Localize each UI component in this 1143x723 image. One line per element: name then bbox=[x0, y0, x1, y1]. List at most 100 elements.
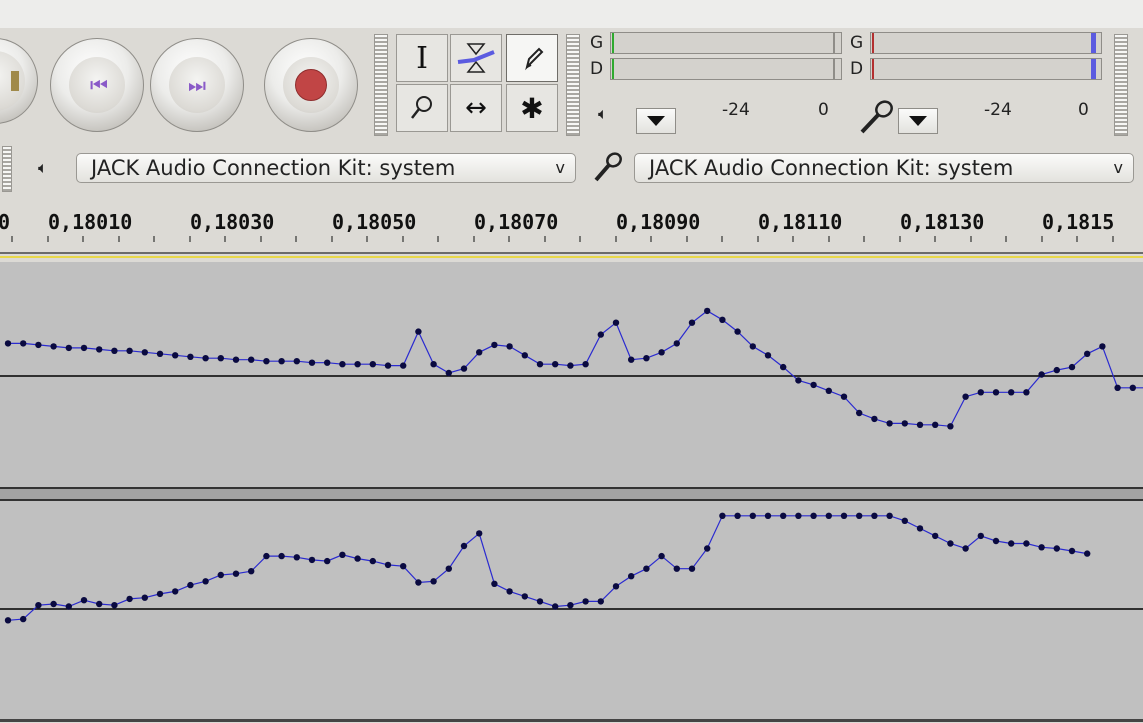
sample-point[interactable] bbox=[749, 343, 756, 350]
sample-point[interactable] bbox=[369, 361, 376, 368]
zoom-tool-button[interactable] bbox=[396, 84, 448, 132]
sample-point[interactable] bbox=[628, 356, 635, 363]
sample-point[interactable] bbox=[339, 361, 346, 368]
sample-point[interactable] bbox=[734, 328, 741, 335]
sample-point[interactable] bbox=[96, 600, 103, 608]
sample-point[interactable] bbox=[460, 542, 468, 550]
sample-point[interactable] bbox=[521, 352, 528, 359]
sample-point[interactable] bbox=[445, 565, 452, 572]
waveform-left[interactable] bbox=[0, 262, 1143, 487]
sample-point[interactable] bbox=[992, 389, 1000, 396]
sample-point[interactable] bbox=[932, 532, 939, 540]
sample-point[interactable] bbox=[825, 512, 832, 519]
sample-point[interactable] bbox=[476, 530, 483, 537]
timeline-ruler[interactable]: 0 0,18010 0,18030 0,18050 0,18070 0,1809… bbox=[0, 200, 1143, 252]
sample-point[interactable] bbox=[491, 341, 498, 349]
sample-point[interactable] bbox=[187, 353, 194, 360]
sample-point[interactable] bbox=[400, 563, 407, 570]
draw-tool-button[interactable] bbox=[506, 34, 558, 82]
sample-point[interactable] bbox=[628, 573, 635, 580]
sample-point[interactable] bbox=[856, 409, 863, 417]
sample-point[interactable] bbox=[354, 361, 361, 368]
sample-point[interactable] bbox=[704, 307, 711, 315]
sample-point[interactable] bbox=[354, 555, 361, 562]
sample-point[interactable] bbox=[1038, 544, 1045, 551]
sample-point[interactable] bbox=[415, 328, 422, 335]
sample-point[interactable] bbox=[217, 571, 224, 579]
skip-to-end-button[interactable]: ⏭ bbox=[150, 38, 244, 132]
sample-point[interactable] bbox=[643, 355, 650, 362]
sample-point[interactable] bbox=[810, 381, 817, 389]
sample-point[interactable] bbox=[263, 552, 270, 560]
sample-point[interactable] bbox=[384, 362, 392, 369]
time-shift-tool-button[interactable]: ↔ bbox=[450, 84, 502, 132]
sample-point[interactable] bbox=[415, 579, 422, 586]
sample-point[interactable] bbox=[886, 512, 893, 519]
sample-point[interactable] bbox=[749, 512, 756, 519]
sample-point[interactable] bbox=[1053, 366, 1061, 374]
sample-point[interactable] bbox=[50, 600, 57, 608]
sample-point[interactable] bbox=[916, 525, 924, 532]
waveform-track-left-channel[interactable] bbox=[0, 262, 1143, 487]
sample-point[interactable] bbox=[1084, 350, 1091, 357]
device-toolbar-grip[interactable] bbox=[2, 146, 12, 192]
sample-point[interactable] bbox=[962, 393, 969, 400]
sample-point[interactable] bbox=[35, 341, 42, 349]
sample-point[interactable] bbox=[795, 512, 802, 519]
sample-point[interactable] bbox=[20, 615, 27, 623]
sample-point[interactable] bbox=[1023, 540, 1030, 547]
sample-point[interactable] bbox=[673, 340, 680, 347]
sample-point[interactable] bbox=[1008, 389, 1015, 396]
sample-point[interactable] bbox=[400, 362, 407, 369]
sample-point[interactable] bbox=[4, 617, 12, 624]
sample-point[interactable] bbox=[65, 603, 73, 610]
sample-point[interactable] bbox=[719, 512, 726, 519]
sample-point[interactable] bbox=[871, 512, 878, 519]
skip-to-start-button[interactable]: ⏮ bbox=[50, 38, 144, 132]
sample-point[interactable] bbox=[96, 346, 103, 353]
sample-point[interactable] bbox=[612, 319, 620, 326]
record-button[interactable] bbox=[264, 38, 358, 132]
sample-point[interactable] bbox=[65, 344, 73, 352]
sample-point[interactable] bbox=[445, 369, 452, 377]
sample-point[interactable] bbox=[932, 421, 939, 428]
sample-point[interactable] bbox=[308, 556, 316, 564]
envelope-tool-button[interactable] bbox=[450, 34, 502, 82]
sample-point[interactable] bbox=[886, 420, 893, 427]
sample-point[interactable] bbox=[460, 365, 468, 372]
sample-point[interactable] bbox=[840, 512, 848, 519]
sample-point[interactable] bbox=[111, 602, 118, 609]
sample-point[interactable] bbox=[901, 420, 908, 427]
sample-point[interactable] bbox=[764, 352, 772, 359]
sample-point[interactable] bbox=[780, 363, 787, 371]
sample-point[interactable] bbox=[384, 561, 392, 569]
sample-point[interactable] bbox=[764, 512, 772, 519]
sample-point[interactable] bbox=[141, 594, 148, 601]
sample-point[interactable] bbox=[202, 355, 209, 362]
sample-point[interactable] bbox=[521, 593, 528, 600]
sample-point[interactable] bbox=[324, 359, 331, 366]
toolbar-grip[interactable] bbox=[566, 34, 580, 136]
sample-point[interactable] bbox=[810, 512, 817, 519]
sample-point[interactable] bbox=[597, 598, 604, 605]
sample-point[interactable] bbox=[1053, 545, 1061, 552]
sample-point[interactable] bbox=[1068, 363, 1076, 371]
waveform-right[interactable] bbox=[0, 501, 1143, 719]
sample-point[interactable] bbox=[567, 602, 574, 609]
sample-point[interactable] bbox=[597, 331, 604, 338]
selection-tool-button[interactable]: I bbox=[396, 34, 448, 82]
sample-point[interactable] bbox=[293, 358, 300, 365]
sample-point[interactable] bbox=[339, 551, 346, 558]
sample-point[interactable] bbox=[202, 578, 209, 585]
sample-point[interactable] bbox=[1114, 384, 1121, 391]
sample-point[interactable] bbox=[552, 361, 559, 368]
toolbar-grip[interactable] bbox=[374, 34, 388, 136]
sample-point[interactable] bbox=[126, 595, 133, 603]
sample-point[interactable] bbox=[977, 532, 984, 540]
sample-point[interactable] bbox=[506, 343, 513, 350]
sample-point[interactable] bbox=[916, 421, 924, 428]
sample-point[interactable] bbox=[1068, 547, 1076, 555]
sample-point[interactable] bbox=[50, 343, 57, 350]
sample-point[interactable] bbox=[506, 588, 513, 595]
sample-point[interactable] bbox=[35, 602, 42, 609]
